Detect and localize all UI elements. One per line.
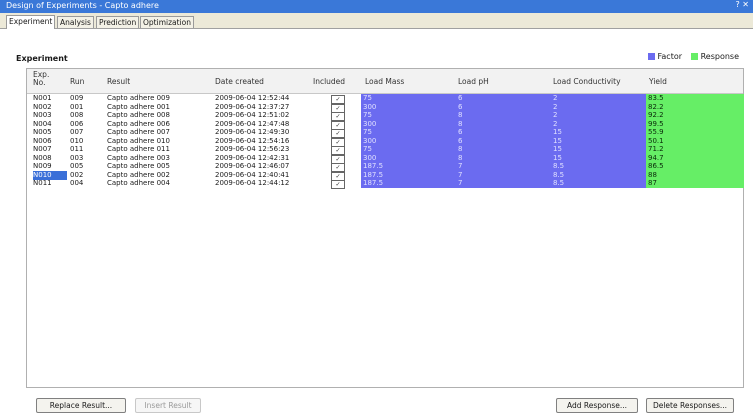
col-load-conductivity[interactable]: Load Conductivity xyxy=(553,77,621,86)
cell-run[interactable]: 004 xyxy=(70,179,100,188)
replace-result-button[interactable]: Replace Result... xyxy=(36,398,126,413)
tab-experiment[interactable]: Experiment xyxy=(6,15,56,29)
cell-mass[interactable]: 187.5 xyxy=(361,179,458,188)
col-result[interactable]: Result xyxy=(107,77,130,86)
col-yield[interactable]: Yield xyxy=(649,77,667,86)
col-load-mass[interactable]: Load Mass xyxy=(365,77,404,86)
table-header: Exp. No. Run Result Date created Include… xyxy=(27,69,743,94)
cell-yield[interactable]: 87 xyxy=(646,179,744,188)
response-swatch xyxy=(690,53,698,60)
insert-result-button[interactable]: Insert Result xyxy=(135,398,201,413)
tab-prediction[interactable]: Prediction xyxy=(96,16,140,28)
delete-responses-button[interactable]: Delete Responses... xyxy=(646,398,734,413)
legend: Factor Response xyxy=(647,52,739,61)
add-response-button[interactable]: Add Response... xyxy=(556,398,638,413)
tab-analysis[interactable]: Analysis xyxy=(57,16,94,28)
col-date-created[interactable]: Date created xyxy=(215,77,264,86)
cell-cond[interactable]: 8.5 xyxy=(551,179,648,188)
col-exp-no[interactable]: Exp. No. xyxy=(33,71,55,87)
legend-response-label: Response xyxy=(700,52,739,61)
col-included[interactable]: Included xyxy=(313,77,345,86)
window-controls[interactable]: ? ✕ xyxy=(736,0,750,9)
legend-factor-label: Factor xyxy=(657,52,683,61)
tab-optimization[interactable]: Optimization xyxy=(140,16,194,28)
title-bar: Design of Experiments - Capto adhere ? ✕ xyxy=(0,0,753,13)
col-run[interactable]: Run xyxy=(70,77,84,86)
cell-result[interactable]: Capto adhere 004 xyxy=(107,179,207,188)
factor-swatch xyxy=(647,53,655,60)
cell-date[interactable]: 2009-06-04 12:44:12 xyxy=(215,179,305,188)
col-load-ph[interactable]: Load pH xyxy=(458,77,489,86)
table-row[interactable]: N011 004 Capto adhere 004 2009-06-04 12:44:… xyxy=(27,179,744,189)
cell-exp-no[interactable]: N011 xyxy=(33,179,67,188)
cell-ph[interactable]: 7 xyxy=(456,179,553,188)
window-title: Design of Experiments - Capto adhere xyxy=(6,1,159,10)
tab-bar: Experiment Analysis Prediction Optimizat… xyxy=(0,13,753,29)
section-title: Experiment xyxy=(16,54,68,63)
included-checkbox[interactable]: ✓ xyxy=(331,180,345,189)
experiment-table[interactable]: Exp. No. Run Result Date created Include… xyxy=(26,68,744,388)
